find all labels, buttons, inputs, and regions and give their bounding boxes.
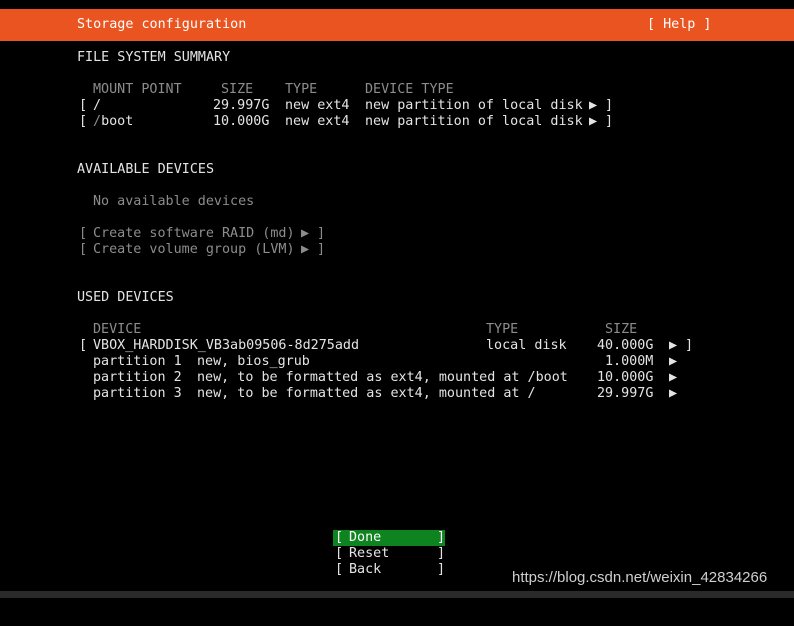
partition-menu-arrow-icon[interactable]: ▶ — [669, 370, 677, 386]
partition-description: new, to be formatted as ext4, mounted at… — [197, 386, 536, 401]
partition-name: partition 2 — [93, 370, 182, 385]
row-menu-arrow-icon[interactable]: ▶ — [589, 114, 597, 130]
action-close-bracket: ] — [317, 242, 326, 257]
column-header-mount-point: MOUNT POINT — [93, 82, 182, 97]
partition-row[interactable]: partition 2 new, to be formatted as ext4… — [0, 370, 794, 386]
disk-open-bracket: [ — [79, 338, 88, 353]
action-open-bracket: [ — [79, 226, 88, 241]
row-close-bracket: ] — [605, 114, 614, 129]
action-open-bracket: [ — [79, 242, 88, 257]
partition-size: 10.000G — [597, 370, 654, 385]
row-open-bracket: [ — [79, 114, 88, 129]
action-close-bracket: ] — [317, 226, 326, 241]
partition-size: 1.000M — [605, 354, 654, 369]
watermark-text: https://blog.csdn.net/weixin_42834266 — [512, 569, 768, 586]
reset-open-bracket: [ — [335, 546, 344, 561]
mount-path: boot — [101, 114, 134, 129]
reset-close-bracket: ] — [437, 546, 446, 561]
disk-size: 40.000G — [597, 338, 654, 353]
column-header-type: TYPE — [285, 82, 318, 97]
column-header-size: SIZE — [605, 322, 638, 337]
done-label: Done — [349, 530, 382, 545]
create-raid-arrow-icon: ▶ — [301, 226, 310, 241]
mount-point: /boot — [93, 114, 133, 130]
fs-summary-row[interactable]: [ / 29.997G new ext4 new partition of lo… — [0, 98, 794, 114]
partition-menu-arrow-icon[interactable]: ▶ — [669, 386, 677, 402]
mount-prefix: / — [93, 114, 102, 129]
partition-size: 10.000G — [213, 114, 270, 129]
help-button[interactable]: [ Help ] — [647, 17, 712, 33]
create-raid-button[interactable]: [ Create software RAID (md) ▶ ] — [0, 226, 794, 242]
column-header-device-type: DEVICE TYPE — [365, 82, 454, 97]
used-devices-heading: USED DEVICES — [77, 290, 174, 305]
create-lvm-arrow-icon: ▶ — [301, 242, 310, 257]
partition-menu-arrow-icon[interactable]: ▶ — [669, 354, 677, 370]
done-button[interactable]: [ Done ] — [333, 530, 445, 546]
create-raid-label: Create software RAID (md) — [93, 226, 295, 241]
disk-row[interactable]: [ VBOX_HARDDISK_VB3ab09506-8d275add loca… — [0, 338, 794, 354]
back-close-bracket: ] — [437, 562, 446, 577]
back-button[interactable]: [ Back ] — [333, 562, 445, 578]
create-lvm-label: Create volume group (LVM) — [93, 242, 295, 257]
filesystem-type: new ext4 — [285, 114, 350, 129]
partition-name: partition 1 — [93, 354, 182, 369]
reset-label: Reset — [349, 546, 390, 561]
partition-size: 29.997G — [213, 98, 270, 113]
filesystem-type: new ext4 — [285, 98, 350, 113]
disk-close-bracket: ] — [685, 338, 694, 353]
page-title: Storage configuration — [77, 17, 247, 32]
disk-type: local disk — [486, 338, 567, 353]
fs-summary-header-row: MOUNT POINT SIZE TYPE DEVICE TYPE — [0, 82, 794, 98]
done-open-bracket: [ — [335, 530, 344, 545]
available-devices-heading: AVAILABLE DEVICES — [77, 162, 215, 177]
disk-name: VBOX_HARDDISK_VB3ab09506-8d275add — [93, 338, 360, 353]
row-close-bracket: ] — [605, 98, 614, 113]
done-close-bracket: ] — [437, 530, 446, 545]
row-open-bracket: [ — [79, 98, 88, 113]
partition-description: new, to be formatted as ext4, mounted at… — [197, 370, 568, 385]
column-header-type: TYPE — [486, 322, 519, 337]
mount-point: / — [93, 98, 101, 114]
partition-name: partition 3 — [93, 386, 182, 401]
fs-summary-row[interactable]: [ /boot 10.000G new ext4 new partition o… — [0, 114, 794, 130]
disk-menu-arrow-icon[interactable]: ▶ — [669, 338, 677, 354]
partition-size: 29.997G — [597, 386, 654, 401]
back-open-bracket: [ — [335, 562, 344, 577]
device-type: new partition of local disk — [365, 98, 583, 113]
partition-description: new, bios_grub — [197, 354, 310, 369]
mount-path: / — [93, 98, 102, 113]
column-header-size: SIZE — [221, 82, 254, 97]
back-label: Back — [349, 562, 382, 577]
bottom-bar — [0, 591, 794, 598]
used-devices-header-row: DEVICE TYPE SIZE — [0, 322, 794, 338]
column-header-device: DEVICE — [93, 322, 142, 337]
partition-row[interactable]: partition 1 new, bios_grub 1.000M ▶ — [0, 354, 794, 370]
row-menu-arrow-icon[interactable]: ▶ — [589, 98, 597, 114]
reset-button[interactable]: [ Reset ] — [333, 546, 445, 562]
device-type: new partition of local disk — [365, 114, 583, 129]
fs-summary-heading: FILE SYSTEM SUMMARY — [77, 50, 231, 65]
no-devices-text: No available devices — [93, 194, 255, 209]
create-lvm-button[interactable]: [ Create volume group (LVM) ▶ ] — [0, 242, 794, 258]
partition-row[interactable]: partition 3 new, to be formatted as ext4… — [0, 386, 794, 402]
